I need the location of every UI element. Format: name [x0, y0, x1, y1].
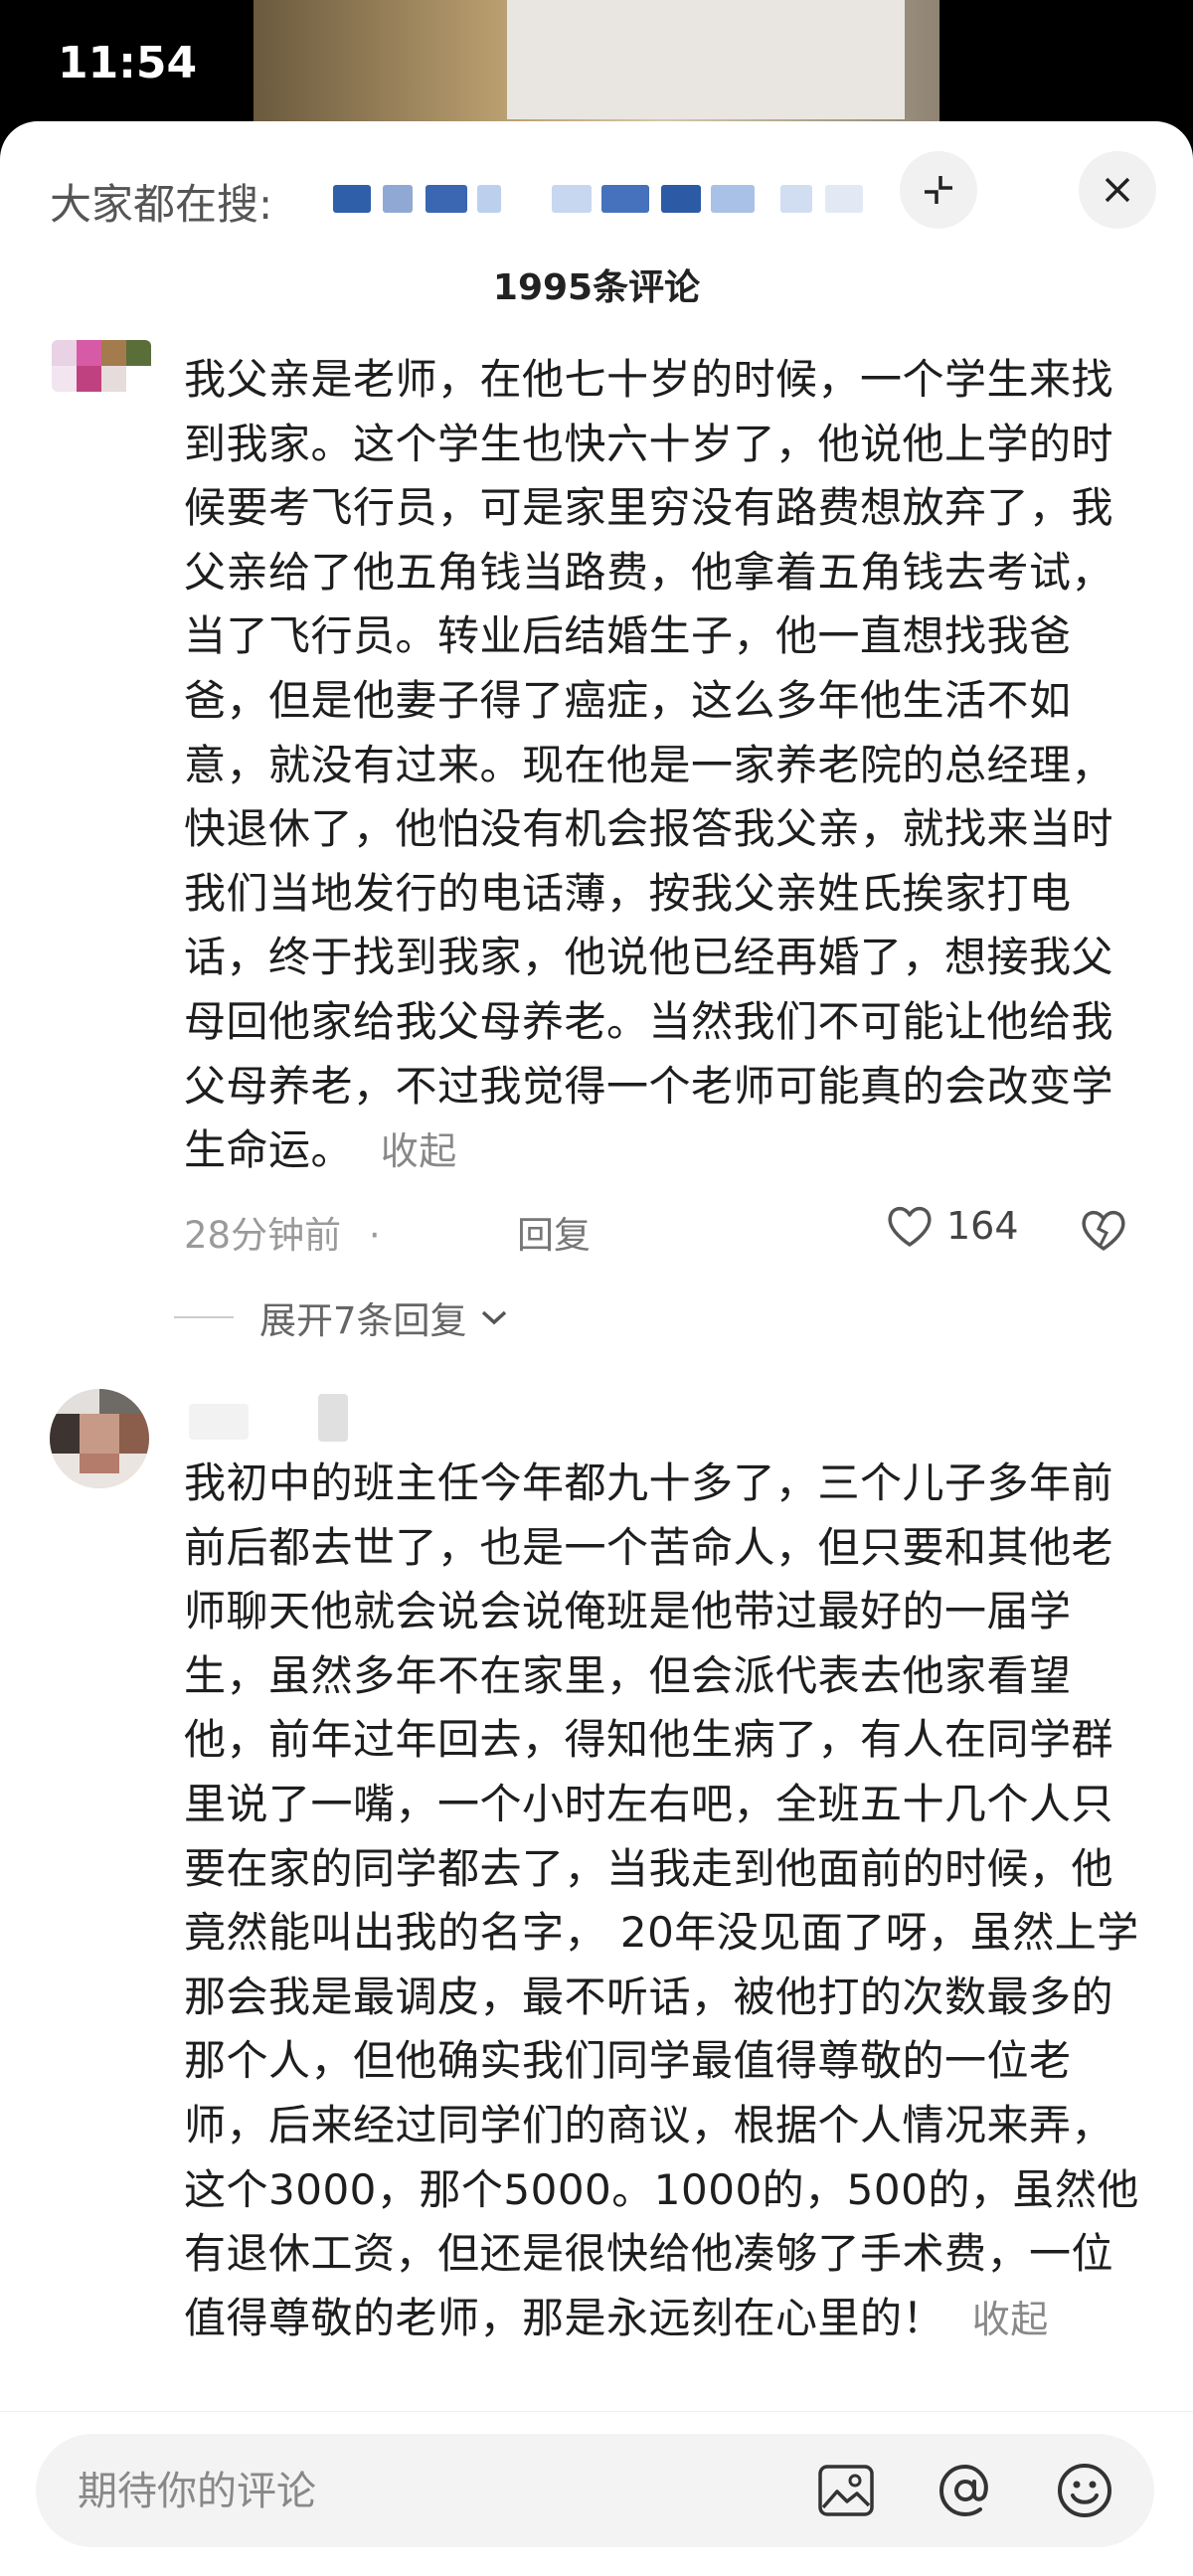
chevron-down-icon — [481, 1310, 506, 1325]
comment-input-container[interactable] — [36, 2434, 1154, 2549]
video-frame-panel — [507, 0, 905, 119]
blurred-search-term[interactable] — [552, 185, 592, 213]
blurred-search-term[interactable] — [426, 185, 467, 213]
expand-icon — [925, 176, 952, 204]
dislike-button[interactable] — [1079, 1207, 1128, 1257]
username[interactable] — [189, 1404, 249, 1440]
blurred-search-term[interactable] — [333, 185, 371, 213]
comment-timestamp: 28分钟前 · — [184, 1205, 381, 1259]
heart-icon — [888, 1206, 932, 1247]
trending-search-label: 大家都在搜: — [50, 180, 273, 229]
blurred-search-term[interactable] — [601, 185, 649, 213]
trending-search-row[interactable]: 大家都在搜: — [50, 161, 1143, 231]
blurred-search-term[interactable] — [780, 185, 812, 213]
comment-content: 我父亲是老师，在他七十岁的时候，一个学生来找到我家。这个学生也快六十岁了，他说他… — [184, 355, 1114, 1175]
meta-separator: · — [368, 1214, 381, 1257]
blurred-search-term[interactable] — [477, 185, 501, 213]
expand-replies-label: 展开7条回复 — [259, 1299, 467, 1342]
blurred-search-term[interactable] — [383, 185, 413, 213]
blurred-search-term[interactable] — [711, 185, 755, 213]
mention-button[interactable] — [936, 2461, 995, 2520]
broken-heart-icon — [1082, 1210, 1125, 1251]
expand-replies-button[interactable]: 展开7条回复 — [174, 1290, 509, 1344]
comment-text: 我父亲是老师，在他七十岁的时候，一个学生来找到我家。这个学生也快六十岁了，他说他… — [184, 348, 1153, 1184]
comment-content: 我初中的班主任今年都九十多了，三个儿子多年前前后都去世了，也是一个苦命人，但只要… — [184, 1459, 1139, 2342]
at-icon — [938, 2464, 988, 2517]
comment-count-title: 1995条评论 — [492, 267, 701, 308]
divider-line — [174, 1316, 234, 1318]
emoji-icon — [1058, 2464, 1111, 2517]
image-icon — [818, 2465, 874, 2516]
comment-input[interactable] — [76, 2434, 775, 2549]
comment-input-bar — [0, 2411, 1193, 2576]
reply-button[interactable]: 回复 — [517, 1205, 591, 1259]
close-button[interactable] — [1079, 151, 1156, 229]
comments-sheet: 大家都在搜: 1995条评论 我父亲是老师，在他七十岁的时候，一个学生来找到我家… — [0, 121, 1193, 2575]
video-background: 11:54 — [0, 0, 1193, 139]
expand-sheet-button[interactable] — [900, 151, 977, 229]
like-button[interactable]: 164 — [885, 1203, 1019, 1249]
collapse-link[interactable]: 收起 — [381, 1129, 457, 1173]
emoji-button[interactable] — [1055, 2461, 1114, 2520]
comment-text: 我初中的班主任今年都九十多了，三个儿子多年前前后都去世了，也是一个苦命人，但只要… — [184, 1452, 1153, 2351]
status-time: 11:54 — [58, 38, 198, 88]
image-button[interactable] — [816, 2461, 876, 2520]
timestamp: 28分钟前 — [184, 1214, 342, 1257]
avatar[interactable] — [52, 340, 151, 392]
avatar[interactable] — [50, 1389, 149, 1488]
like-count: 164 — [946, 1204, 1019, 1248]
close-icon — [1105, 177, 1130, 203]
collapse-link[interactable]: 收起 — [972, 2298, 1049, 2341]
blurred-search-term[interactable] — [661, 185, 701, 213]
blurred-search-term[interactable] — [825, 185, 863, 213]
username[interactable] — [318, 1394, 348, 1442]
